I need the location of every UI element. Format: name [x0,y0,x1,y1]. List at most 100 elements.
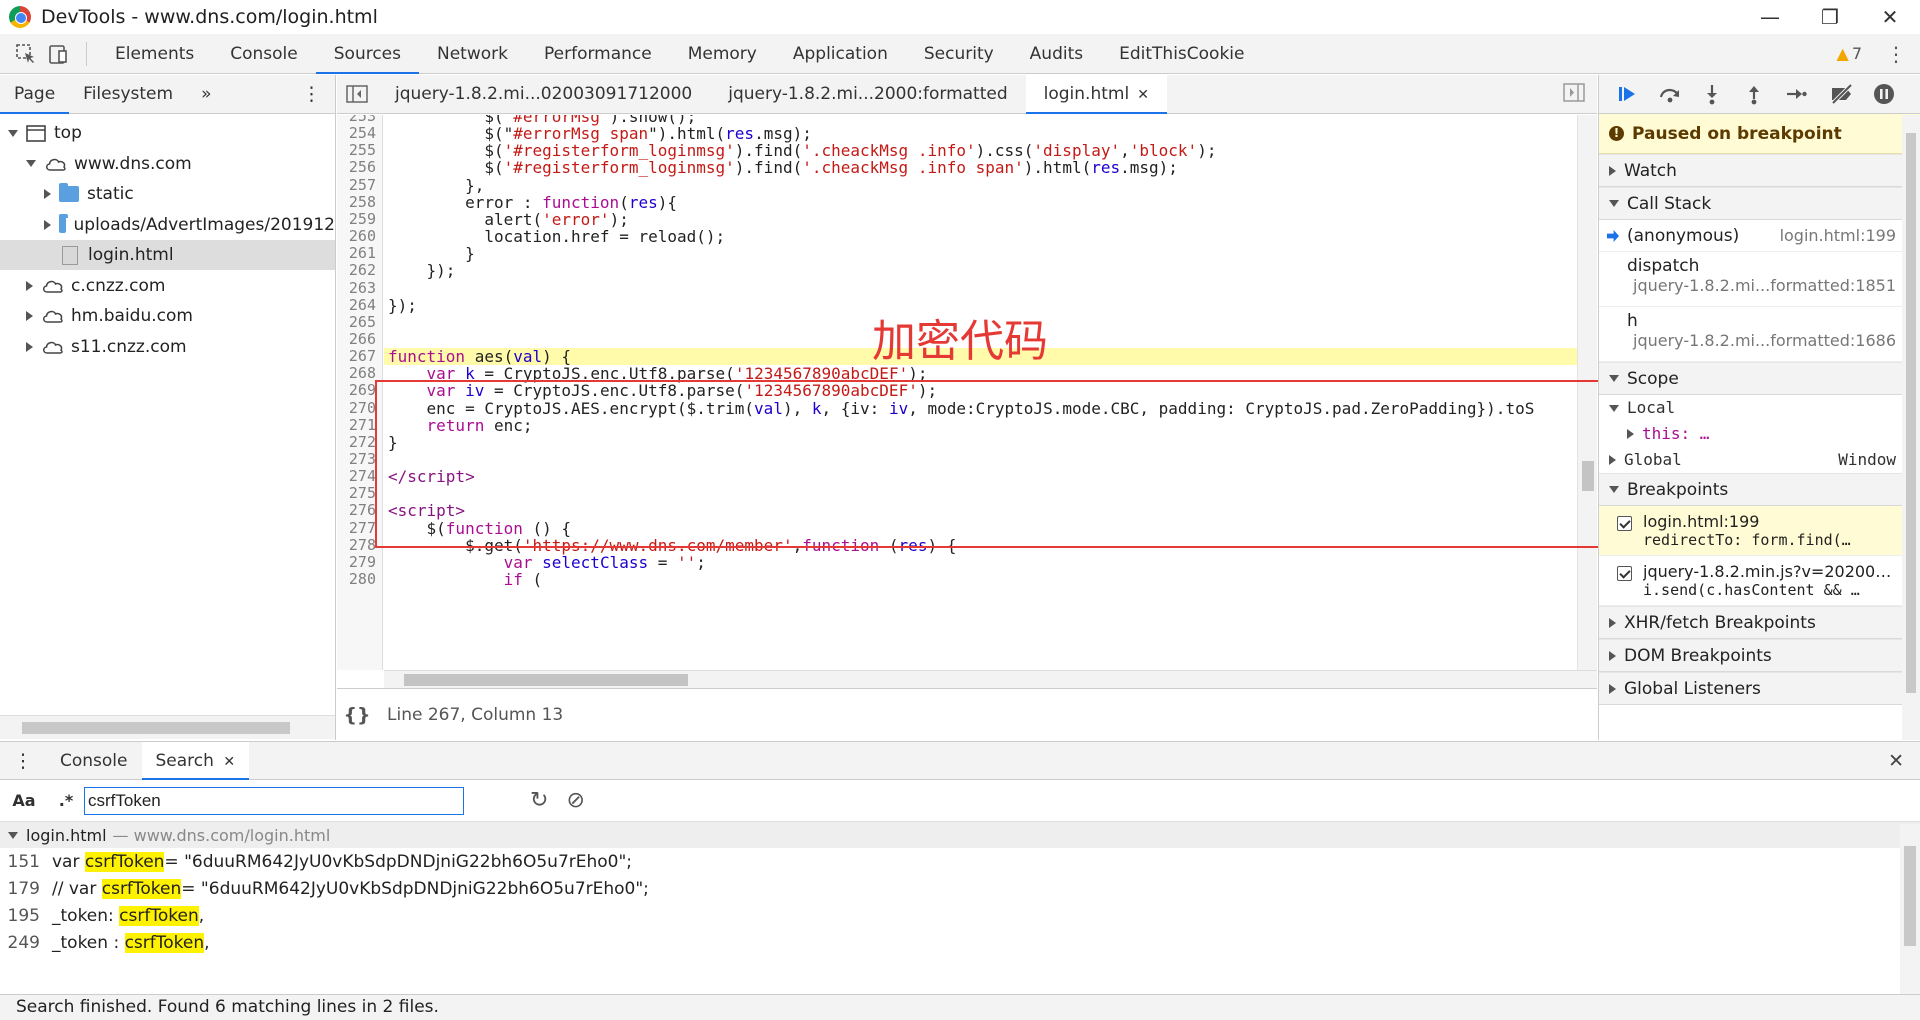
line-number[interactable]: 260 [337,227,376,245]
tab-elements[interactable]: Elements [97,34,212,74]
code-line[interactable]: }); [384,262,1577,279]
breakpoint-checkbox[interactable] [1617,566,1632,581]
warnings-counter[interactable]: ▲ 7 [1837,34,1863,74]
editor-tab[interactable]: jquery-1.8.2.mi...02003091712000 [377,75,710,114]
line-number[interactable]: 274 [337,467,376,485]
resume-button[interactable] [1607,78,1649,110]
code-line[interactable]: if ( [384,571,1577,588]
debugger-vscroll[interactable] [1902,115,1920,740]
search-result-line[interactable]: 249 _token : csrfToken, [0,929,1920,956]
close-window-button[interactable]: ✕ [1860,0,1920,34]
pause-on-exceptions-button[interactable] [1863,78,1905,110]
scope-global[interactable]: Global Window [1599,447,1920,473]
line-number-gutter[interactable]: 253 254 255 256 257 258 259 260 261 262 263 264 265 2… [337,115,383,670]
toggle-navigator-icon[interactable] [337,75,377,114]
code-line[interactable]: </script> [384,468,1577,485]
devtools-menu-icon[interactable]: ⋮ [1886,34,1906,74]
pretty-print-icon[interactable]: {} [337,704,377,726]
step-out-button[interactable] [1733,78,1775,110]
tree-item[interactable]: top [0,118,335,148]
minimize-button[interactable]: — [1740,0,1800,34]
code-line[interactable]: var selectClass = ''; [384,554,1577,571]
search-input[interactable] [84,786,464,815]
match-case-toggle[interactable]: Aa [0,791,48,810]
step-button[interactable] [1775,78,1817,110]
line-number[interactable]: 280 [337,570,376,588]
tab-filesystem[interactable]: Filesystem [69,75,187,114]
line-number[interactable]: 262 [337,262,376,279]
line-number[interactable]: 264 [337,296,376,314]
navigator-hscroll-thumb[interactable] [22,722,290,734]
line-number[interactable]: 268 [337,365,376,382]
search-result-line[interactable]: 151 var csrfToken = "6duuRM642JyU0vKbSdpD… [0,848,1920,875]
section-watch[interactable]: Watch [1599,154,1920,187]
tab-performance[interactable]: Performance [526,34,670,74]
line-number[interactable]: 269 [337,382,376,399]
code-line[interactable]: $(function () { [384,519,1577,536]
code-line[interactable]: $.get('https://www.dns.com/member',funct… [384,537,1577,554]
line-number[interactable]: 258 [337,193,376,211]
clear-icon[interactable]: ⊘ [566,788,584,813]
tab-application[interactable]: Application [775,34,906,74]
section-xhr-breakpoints[interactable]: XHR/fetch Breakpoints [1599,606,1920,639]
section-scope[interactable]: Scope [1599,362,1920,395]
code-line[interactable]: return enc; [384,417,1577,434]
tab-sources[interactable]: Sources [315,34,420,74]
navigator-menu-icon[interactable]: ⋮ [302,75,321,114]
line-number[interactable]: 276 [337,502,376,519]
editor-tab[interactable]: jquery-1.8.2.mi...2000:formatted [710,75,1025,114]
step-into-button[interactable] [1691,78,1733,110]
refresh-icon[interactable]: ↻ [530,788,548,813]
code-line[interactable]: var iv = CryptoJS.enc.Utf8.parse('123456… [384,382,1577,399]
search-result-line[interactable]: 195 _token: csrfToken, [0,902,1920,929]
line-number[interactable]: 275 [337,485,376,502]
call-frame[interactable]: dispatch jquery-1.8.2.mi...formatted:1851 [1599,252,1920,307]
tab-console[interactable]: Console [212,34,316,74]
code-line[interactable]: <script> [384,502,1577,519]
tab-network[interactable]: Network [419,34,526,74]
code-line[interactable]: }, [384,176,1577,193]
code-line[interactable]: $("#errorMsg span").html(res.msg); [384,125,1577,142]
breakpoint-item[interactable]: login.html:199 redirectTo: form.find(… [1599,506,1920,556]
deactivate-breakpoints-button[interactable] [1821,78,1863,110]
editor-tab[interactable]: login.html ✕ [1025,74,1168,114]
tree-item[interactable]: hm.baidu.com [0,301,335,331]
close-search-tab-icon[interactable]: ✕ [223,754,235,770]
device-toolbar-icon[interactable] [46,42,70,66]
editor-hscroll[interactable] [384,670,1597,688]
editor-vscroll-thumb[interactable] [1582,461,1594,491]
tree-item[interactable]: www.dns.com [0,149,335,179]
inspect-element-icon[interactable] [14,42,38,66]
line-number[interactable]: 257 [337,176,376,194]
call-frame[interactable]: (anonymous) login.html:199 [1599,220,1920,252]
editor-hscroll-thumb[interactable] [404,674,688,686]
line-number[interactable]: 267 [337,347,376,365]
drawer-menu-icon[interactable]: ⋮ [0,750,46,772]
line-number[interactable]: 272 [337,433,376,451]
search-result-file[interactable]: login.html — www.dns.com/login.html [0,822,1920,848]
regex-toggle[interactable]: .* [48,791,84,810]
editor-vscroll[interactable] [1577,115,1597,670]
drawer-vscroll-thumb[interactable] [1904,846,1916,946]
tab-security[interactable]: Security [906,34,1012,74]
step-over-button[interactable] [1649,78,1691,110]
maximize-button[interactable]: ❐ [1800,0,1860,34]
code-line[interactable]: } [384,245,1577,262]
code-area[interactable]: $("#errorMsg").show(); $("#errorMsg span… [384,115,1577,670]
breakpoint-checkbox[interactable] [1617,516,1632,531]
code-line[interactable]: error : function(res){ [384,194,1577,211]
section-global-listeners[interactable]: Global Listeners [1599,672,1920,705]
line-number[interactable]: 254 [337,124,376,142]
code-line[interactable] [384,451,1577,468]
call-frame[interactable]: h jquery-1.8.2.mi...formatted:1686 [1599,307,1920,362]
line-number[interactable]: 266 [337,330,376,348]
section-dom-breakpoints[interactable]: DOM Breakpoints [1599,639,1920,672]
search-result-line[interactable]: 179 // var csrfToken = "6duuRM642JyU0vKbS… [0,875,1920,902]
tab-editthiscookie[interactable]: EditThisCookie [1101,34,1262,74]
code-line[interactable]: } [384,434,1577,451]
code-line[interactable] [384,485,1577,502]
tab-audits[interactable]: Audits [1012,34,1101,74]
drawer-vscroll[interactable] [1900,824,1920,994]
close-tab-icon[interactable]: ✕ [1137,87,1149,103]
scope-this[interactable]: this: … [1599,421,1920,447]
